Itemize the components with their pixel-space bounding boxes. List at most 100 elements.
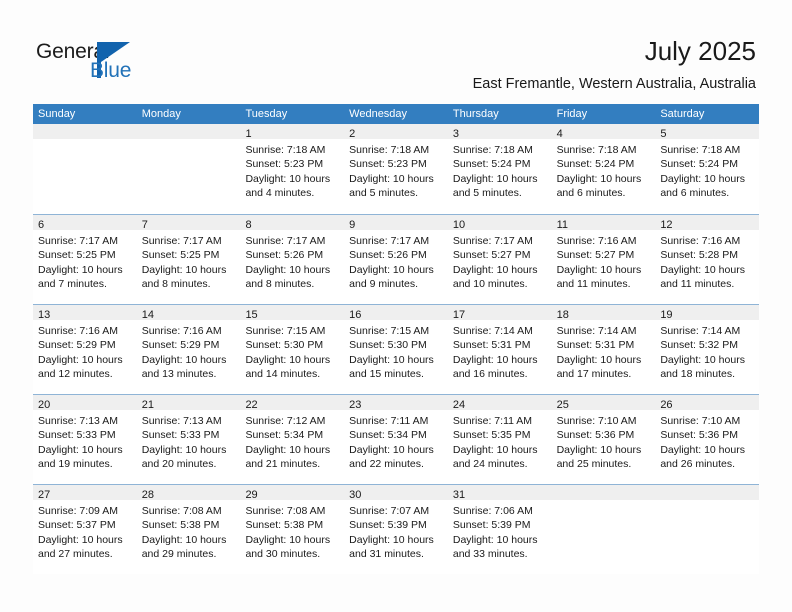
daylight-text: Daylight: 10 hours and 8 minutes. [141,263,227,290]
calendar-day-cell[interactable]: 1 Sunrise: 7:18 AM Sunset: 5:23 PM Daylight… [240,124,345,214]
day-number-strip: 9 [344,215,448,231]
calendar-day-cell[interactable]: 6 Sunrise: 7:17 AM Sunset: 5:25 PM Daylight… [33,215,137,304]
calendar-day-cell[interactable]: 15 Sunrise: 7:15 AM Sunset: 5:30 PM Dayligh… [240,305,345,394]
calendar-day-cell[interactable]: 11 Sunrise: 7:16 AM Sunset: 5:27 PM Dayligh… [551,215,656,304]
calendar-day-cell[interactable]: 18 Sunrise: 7:14 AM Sunset: 5:31 PM Dayligh… [551,305,656,394]
calendar-day-cell[interactable]: 23 Sunrise: 7:11 AM Sunset: 5:34 PM Dayligh… [344,395,448,484]
day-number-strip: 29 [240,485,345,501]
calendar-day-cell[interactable]: 22 Sunrise: 7:12 AM Sunset: 5:34 PM Dayligh… [240,395,345,484]
sunset-text: Sunset: 5:36 PM [556,429,635,442]
day-details: Sunrise: 7:14 AM Sunset: 5:32 PM Daylight:… [655,320,759,381]
calendar-day-cell[interactable]: 24 Sunrise: 7:11 AM Sunset: 5:35 PM Dayligh… [447,395,552,484]
calendar-day-cell[interactable]: 8 Sunrise: 7:17 AM Sunset: 5:26 PM Daylight… [240,215,345,304]
sunset-text: Sunset: 5:32 PM [660,339,738,352]
day-details [552,500,656,504]
calendar-day-cell[interactable]: 3 Sunrise: 7:18 AM Sunset: 5:24 PM Daylight… [447,124,552,214]
calendar-day-cell[interactable]: 30 Sunrise: 7:07 AM Sunset: 5:39 PM Dayligh… [344,485,448,574]
calendar-day-cell[interactable]: 4 Sunrise: 7:18 AM Sunset: 5:24 PM Daylight… [551,124,656,214]
day-number-strip: 26 [655,395,760,411]
calendar-day-cell[interactable]: 28 Sunrise: 7:08 AM Sunset: 5:38 PM Dayligh… [136,485,241,574]
calendar-day-cell[interactable]: 29 Sunrise: 7:08 AM Sunset: 5:38 PM Dayligh… [240,485,345,574]
daylight-text: Daylight: 10 hours and 33 minutes. [452,533,538,560]
sunrise-text: Sunrise: 7:15 AM [245,325,326,337]
sunrise-text: Sunrise: 7:12 AM [245,415,326,427]
day-details: Sunrise: 7:17 AM Sunset: 5:25 PM Daylight:… [33,230,137,291]
sunset-text: Sunset: 5:34 PM [349,429,427,442]
day-details: Sunrise: 7:15 AM Sunset: 5:30 PM Daylight:… [240,320,344,381]
sunrise-text: Sunrise: 7:06 AM [452,505,533,517]
day-number: 21 [141,399,154,411]
calendar-day-cell[interactable]: 16 Sunrise: 7:15 AM Sunset: 5:30 PM Dayligh… [344,305,448,394]
sunrise-text: Sunrise: 7:16 AM [38,325,118,337]
calendar-week-row: 20 Sunrise: 7:13 AM Sunset: 5:33 PM Dayligh… [33,394,760,484]
day-number-strip: 24 [447,395,552,411]
sunrise-text: Sunrise: 7:08 AM [245,505,326,517]
calendar-week-row: 13 Sunrise: 7:16 AM Sunset: 5:29 PM Dayligh… [33,304,760,394]
calendar-day-cell[interactable]: 9 Sunrise: 7:17 AM Sunset: 5:26 PM Daylight… [344,215,448,304]
calendar-day-cell[interactable]: 13 Sunrise: 7:16 AM Sunset: 5:29 PM Dayligh… [33,305,137,394]
sunset-text: Sunset: 5:26 PM [245,249,324,262]
day-number: 28 [141,489,154,501]
sunset-text: Sunset: 5:30 PM [349,339,427,352]
daylight-text: Daylight: 10 hours and 18 minutes. [660,353,745,380]
sunset-text: Sunset: 5:31 PM [452,339,531,352]
day-number: 23 [349,399,362,411]
day-number: 1 [245,128,252,140]
calendar-day-cell[interactable]: 17 Sunrise: 7:14 AM Sunset: 5:31 PM Dayligh… [447,305,552,394]
calendar-day-cell[interactable]: 31 Sunrise: 7:06 AM Sunset: 5:39 PM Dayligh… [447,485,552,574]
day-number-strip: 14 [136,305,241,321]
calendar-week-row: 27 Sunrise: 7:09 AM Sunset: 5:37 PM Dayligh… [33,484,760,574]
weekday-header-wednesday: Wednesday [349,108,408,120]
day-number-strip [33,124,137,139]
calendar-day-cell[interactable]: 5 Sunrise: 7:18 AM Sunset: 5:24 PM Daylight… [655,124,760,214]
day-number-strip [655,485,760,500]
day-number: 9 [349,219,356,231]
daylight-text: Daylight: 10 hours and 13 minutes. [141,353,227,380]
day-number: 15 [245,309,258,321]
calendar-day-cell[interactable]: 12 Sunrise: 7:16 AM Sunset: 5:28 PM Dayligh… [655,215,760,304]
brand-name-blue: Blue [90,59,132,82]
calendar-day-cell[interactable]: 2 Sunrise: 7:18 AM Sunset: 5:23 PM Daylight… [344,124,448,214]
day-number: 13 [38,309,51,321]
daylight-text: Daylight: 10 hours and 16 minutes. [452,353,538,380]
calendar-day-cell[interactable]: 25 Sunrise: 7:10 AM Sunset: 5:36 PM Dayligh… [551,395,656,484]
sunset-text: Sunset: 5:38 PM [141,519,220,532]
day-number: 2 [349,128,356,140]
day-details: Sunrise: 7:14 AM Sunset: 5:31 PM Daylight:… [552,320,656,381]
day-details: Sunrise: 7:18 AM Sunset: 5:24 PM Daylight:… [655,139,759,200]
sunrise-text: Sunrise: 7:11 AM [349,415,429,427]
page-subtitle: East Fremantle, Western Australia, Austr… [472,76,756,92]
sunset-text: Sunset: 5:33 PM [38,429,116,442]
calendar-day-cell[interactable]: 20 Sunrise: 7:13 AM Sunset: 5:33 PM Dayligh… [33,395,137,484]
daylight-text: Daylight: 10 hours and 15 minutes. [349,353,434,380]
day-number-strip: 5 [655,124,760,140]
day-details: Sunrise: 7:08 AM Sunset: 5:38 PM Daylight:… [137,500,241,561]
day-number: 17 [452,309,466,321]
calendar-day-cell[interactable]: 10 Sunrise: 7:17 AM Sunset: 5:27 PM Dayligh… [447,215,552,304]
daylight-text: Daylight: 10 hours and 8 minutes. [245,263,331,290]
sunrise-text: Sunrise: 7:17 AM [141,235,222,247]
sunset-text: Sunset: 5:28 PM [660,249,738,262]
day-details: Sunrise: 7:16 AM Sunset: 5:29 PM Daylight:… [33,320,137,381]
calendar-day-cell[interactable]: 19 Sunrise: 7:14 AM Sunset: 5:32 PM Dayligh… [655,305,760,394]
calendar-day-cell[interactable]: 26 Sunrise: 7:10 AM Sunset: 5:36 PM Dayligh… [655,395,760,484]
daylight-text: Daylight: 10 hours and 25 minutes. [556,443,642,470]
day-details: Sunrise: 7:11 AM Sunset: 5:34 PM Daylight:… [344,410,448,471]
sunrise-text: Sunrise: 7:16 AM [660,235,741,247]
calendar-day-cell[interactable]: 14 Sunrise: 7:16 AM Sunset: 5:29 PM Dayligh… [136,305,241,394]
day-number-strip: 31 [447,485,552,501]
brand-logo[interactable]: General Blue [36,40,216,88]
sunset-text: Sunset: 5:29 PM [38,339,116,352]
sunrise-text: Sunrise: 7:10 AM [556,415,637,427]
sunset-text: Sunset: 5:25 PM [38,249,116,262]
calendar-day-cell[interactable]: 7 Sunrise: 7:17 AM Sunset: 5:25 PM Daylight… [136,215,241,304]
weekday-header-friday: Friday [556,108,588,120]
day-details: Sunrise: 7:18 AM Sunset: 5:24 PM Daylight:… [552,139,656,200]
calendar-day-cell[interactable]: 21 Sunrise: 7:13 AM Sunset: 5:33 PM Dayligh… [136,395,241,484]
day-number-strip: 17 [447,305,552,321]
calendar-day-cell[interactable]: 27 Sunrise: 7:09 AM Sunset: 5:37 PM Dayligh… [33,485,137,574]
day-number: 27 [38,489,51,501]
day-number-strip: 16 [344,305,448,321]
daylight-text: Daylight: 10 hours and 20 minutes. [141,443,227,470]
daylight-text: Daylight: 10 hours and 29 minutes. [141,533,227,560]
